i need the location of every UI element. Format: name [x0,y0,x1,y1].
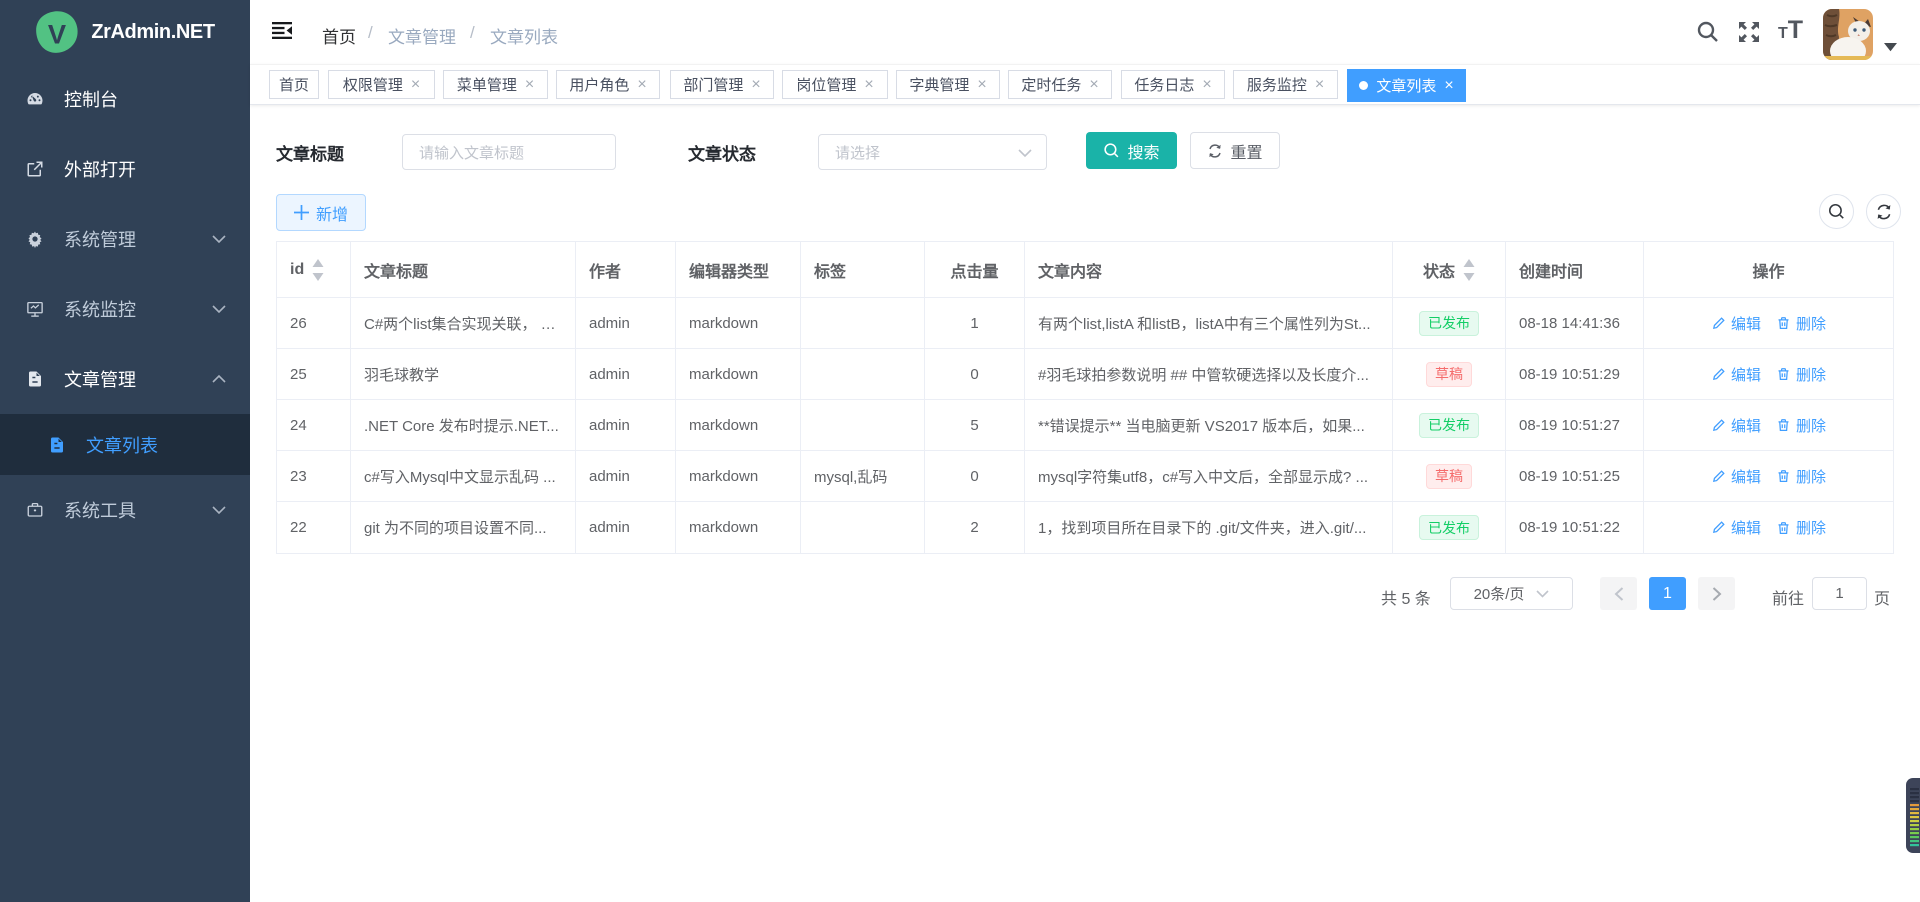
svg-text:V: V [48,18,66,49]
